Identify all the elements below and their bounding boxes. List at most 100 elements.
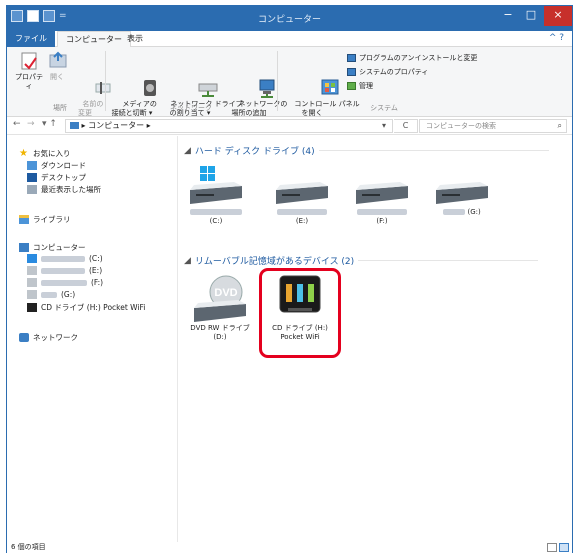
- group-separator: [105, 51, 106, 111]
- drive-name-redacted: [357, 209, 407, 215]
- nav-item-downloads[interactable]: ダウンロード: [27, 160, 86, 171]
- manage-icon: [347, 82, 356, 90]
- search-input[interactable]: コンピューターの検索 ⌕: [419, 119, 567, 133]
- uninstall-program-button[interactable]: プログラムのアンインストールと変更: [347, 53, 477, 63]
- media-icon: [121, 69, 156, 96]
- nav-computer-label: コンピューター: [33, 243, 86, 252]
- back-button[interactable]: ←: [13, 119, 21, 129]
- add-network-location-button[interactable]: ネットワークの 場所の追加: [225, 51, 287, 127]
- drive-e-label: (E:): [295, 217, 309, 225]
- drive-name-redacted: [41, 267, 85, 274]
- control-panel-icon: [301, 69, 339, 95]
- removable-section-title: リムーバブル記憶域があるデバイス (2): [194, 257, 355, 267]
- nav-item-computer[interactable]: コンピューター: [19, 242, 86, 253]
- address-dropdown-icon[interactable]: ▾: [382, 120, 386, 132]
- refresh-button[interactable]: C: [394, 119, 418, 133]
- tab-file[interactable]: ファイル: [7, 31, 55, 47]
- nav-item-favorites[interactable]: ★ お気に入り: [19, 148, 71, 159]
- dvd-icon-text: DVD: [214, 287, 237, 299]
- drive-c[interactable]: (C:): [180, 166, 252, 226]
- computer-icon: [70, 122, 79, 129]
- drive-icon: [27, 278, 37, 287]
- properties-icon: [18, 51, 40, 71]
- large-icons-view-icon[interactable]: [559, 543, 569, 552]
- address-path: ▸ コンピューター ▸: [81, 121, 151, 130]
- cd-drive-icon: [27, 303, 37, 312]
- address-field[interactable]: ▸ コンピューター ▸ ▾: [65, 119, 393, 133]
- close-button[interactable]: ×: [544, 6, 572, 26]
- status-bar: 6 個の項目: [7, 542, 572, 553]
- search-icon[interactable]: ⌕: [558, 120, 562, 132]
- maximize-button[interactable]: □: [520, 6, 542, 26]
- drive-f-label: (F:): [376, 217, 388, 225]
- content-pane: ◢ ハード ディスク ドライブ (4) (C:) (E:) (F:) (G:) …: [178, 136, 572, 542]
- desktop-icon: [27, 173, 37, 182]
- forward-button[interactable]: →: [27, 119, 35, 129]
- pocket-wifi-icon: [279, 275, 321, 313]
- network-icon: [19, 333, 29, 342]
- details-view-icon[interactable]: [547, 543, 557, 552]
- nav-downloads-label: ダウンロード: [41, 161, 86, 170]
- drive-c-label: (C:): [209, 217, 223, 225]
- drive-icon: [436, 182, 488, 204]
- properties-button[interactable]: プロパティ: [13, 51, 45, 91]
- drive-e[interactable]: (E:): [266, 166, 338, 226]
- item-count: 6 個の項目: [11, 543, 46, 551]
- network-drive-icon: [179, 69, 218, 97]
- control-panel-button[interactable]: コントロール パネル を開く: [281, 51, 360, 127]
- nav-f-label: (F:): [91, 278, 104, 287]
- group-system-label: システム: [370, 104, 398, 112]
- section-divider: [318, 150, 549, 151]
- nav-item-desktop[interactable]: デスクトップ: [27, 172, 86, 183]
- programs-icon: [347, 54, 356, 62]
- libraries-icon: [19, 215, 29, 224]
- map-network-drive-button[interactable]: ネットワーク ドライブ の割り当て ▾: [157, 51, 243, 127]
- group-network-label: ネットワーク: [170, 104, 212, 112]
- uninstall-label: プログラムのアンインストールと変更: [359, 54, 478, 62]
- manage-button[interactable]: 管理: [347, 81, 373, 91]
- removable-section-header[interactable]: ◢ リムーバブル記憶域があるデバイス (2): [184, 254, 539, 267]
- nav-g-label: (G:): [61, 290, 76, 299]
- system-properties-button[interactable]: システムのプロパティ: [347, 67, 428, 77]
- nav-item-e-drive[interactable]: (E:): [27, 266, 102, 275]
- minimize-button[interactable]: −: [497, 6, 519, 26]
- media-button[interactable]: メディアの 接続と切断 ▾: [109, 51, 157, 127]
- up-button[interactable]: ▾ ↑: [42, 119, 57, 129]
- nav-item-f-drive[interactable]: (F:): [27, 278, 103, 287]
- nav-item-cd-drive[interactable]: CD ドライブ (H:) Pocket WiFi: [27, 302, 145, 313]
- nav-item-g-drive[interactable]: (G:): [27, 290, 75, 299]
- nav-item-c-drive[interactable]: (C:): [27, 254, 103, 263]
- nav-libraries-label: ライブラリ: [33, 215, 71, 224]
- drive-f[interactable]: (F:): [346, 166, 418, 226]
- collapse-icon: ◢: [184, 255, 191, 266]
- drive-name-redacted: [190, 209, 242, 215]
- help-icon[interactable]: ^ ?: [549, 33, 564, 43]
- nav-item-network[interactable]: ネットワーク: [19, 332, 78, 343]
- nav-e-label: (E:): [89, 266, 103, 275]
- ribbon: プロパティ 開く 名前の 変更 場所 メディアの 接続と切断 ▾ ネットワーク …: [7, 47, 572, 117]
- rename-button[interactable]: 名前の 変更: [69, 51, 111, 127]
- system-properties-icon: [347, 68, 356, 76]
- ribbon-tabs: ファイル コンピューター 表示 ^ ?: [7, 31, 572, 48]
- nav-item-recent[interactable]: 最近表示した場所: [27, 184, 101, 195]
- drive-g[interactable]: (G:): [426, 166, 498, 217]
- nav-c-label: (C:): [89, 254, 103, 263]
- sys-props-label: システムのプロパティ: [359, 68, 429, 76]
- drive-g-label: (G:): [467, 208, 481, 216]
- star-icon: ★: [19, 148, 28, 159]
- nav-item-libraries[interactable]: ライブラリ: [19, 214, 71, 225]
- hdd-section-header[interactable]: ◢ ハード ディスク ドライブ (4): [184, 144, 549, 157]
- open-button[interactable]: 開く: [47, 51, 67, 82]
- group-separator: [277, 51, 278, 111]
- tab-view[interactable]: 表示: [119, 31, 151, 47]
- drive-icon: [27, 290, 37, 299]
- dvd-drive-label: DVD RW ドライブ (D:): [190, 324, 250, 341]
- drive-h-pocket-wifi[interactable]: CD ドライブ (H:) Pocket WiFi: [264, 274, 336, 342]
- cd-drive-label: CD ドライブ (H:) Pocket WiFi: [272, 324, 328, 341]
- drive-name-redacted: [41, 255, 85, 262]
- drive-d-dvd[interactable]: DVD DVD RW ドライブ (D:): [184, 274, 256, 342]
- drive-icon: [27, 266, 37, 275]
- nav-favorites-label: お気に入り: [33, 149, 71, 158]
- rename-icon: [74, 69, 111, 94]
- nav-recent-label: 最近表示した場所: [41, 185, 101, 194]
